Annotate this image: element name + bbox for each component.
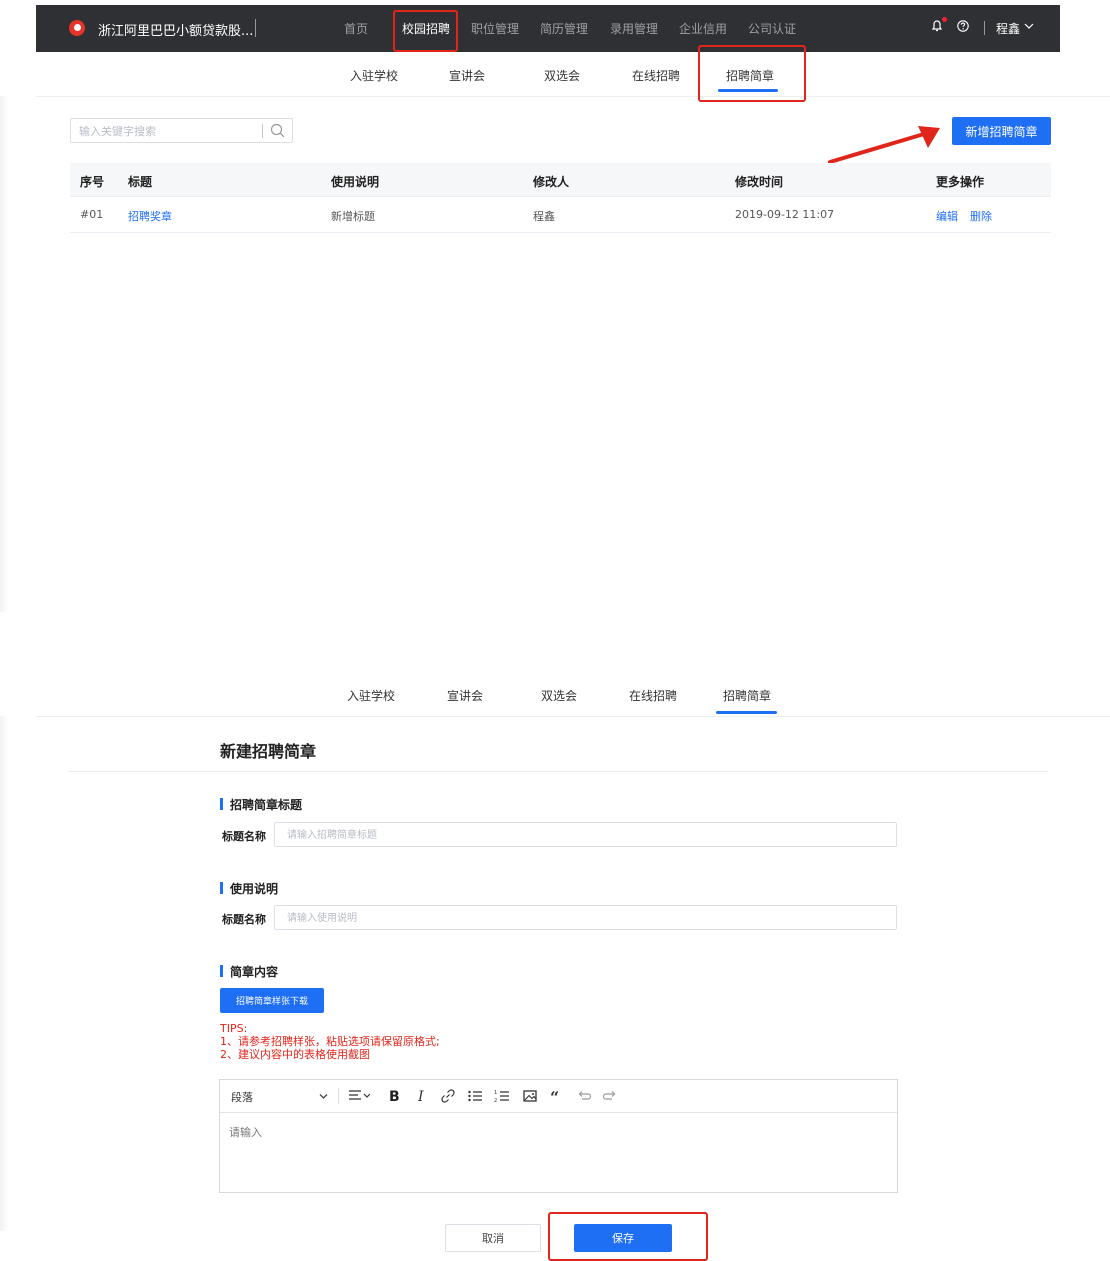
nav-position-manage[interactable]: 职位管理 bbox=[471, 20, 519, 37]
tab-settled-schools[interactable]: 入驻学校 bbox=[350, 67, 398, 84]
form-title: 新建招聘简章 bbox=[220, 742, 317, 761]
delete-link[interactable]: 删除 bbox=[970, 208, 992, 224]
tab-settled-schools-2[interactable]: 入驻学校 bbox=[347, 687, 395, 704]
title-input[interactable] bbox=[287, 827, 877, 843]
row-description: 新增标题 bbox=[331, 210, 375, 223]
row-time: 2019-09-12 11:07 bbox=[735, 208, 835, 221]
search-icon[interactable] bbox=[270, 123, 285, 138]
red-arrow-annotation bbox=[828, 126, 940, 164]
bullet-list-icon[interactable] bbox=[467, 1088, 483, 1104]
section-content: 简章内容 bbox=[220, 963, 278, 980]
highlight-box-campus bbox=[393, 10, 458, 52]
tips-line-1: 1、请参考招聘样张，粘贴选项请保留原格式; bbox=[220, 1035, 440, 1048]
tips-line-2: 2、建议内容中的表格使用截图 bbox=[220, 1048, 370, 1061]
rich-text-editor: 段落 B I 1 2 “ 请输入 bbox=[219, 1079, 898, 1193]
col-modified-time: 修改时间 bbox=[735, 175, 784, 189]
col-description: 使用说明 bbox=[331, 175, 380, 189]
highlight-box-save bbox=[548, 1212, 708, 1261]
col-modifier: 修改人 bbox=[533, 175, 570, 189]
col-index: 序号 bbox=[80, 175, 105, 189]
bell-icon[interactable] bbox=[931, 20, 943, 32]
quote-icon[interactable]: “ bbox=[549, 1088, 565, 1104]
form-divider bbox=[68, 771, 1048, 772]
title-field bbox=[274, 822, 897, 847]
image-icon[interactable] bbox=[522, 1088, 538, 1104]
edit-link[interactable]: 编辑 bbox=[936, 208, 958, 224]
tab-recruit-brochure-2[interactable]: 招聘简章 bbox=[723, 687, 771, 704]
redo-icon[interactable] bbox=[602, 1088, 618, 1104]
paragraph-select[interactable]: 段落 bbox=[231, 1089, 253, 1105]
tab-job-fair[interactable]: 双选会 bbox=[544, 67, 580, 84]
row-index: #01 bbox=[80, 208, 104, 221]
download-sample-button[interactable]: 招聘简章样张下载 bbox=[220, 988, 324, 1013]
search-box bbox=[70, 118, 293, 143]
top-navigation-bar: 浙江阿里巴巴小额贷款股... 首页 校园招聘 职位管理 简历管理 录用管理 企业… bbox=[36, 5, 1060, 52]
editor-toolbar: 段落 B I 1 2 “ bbox=[220, 1080, 897, 1113]
sub-navigation: 入驻学校 宣讲会 双选会 在线招聘 招聘简章 bbox=[36, 52, 1110, 97]
svg-text:“: “ bbox=[550, 1088, 559, 1104]
italic-icon[interactable]: I bbox=[414, 1088, 430, 1104]
company-name[interactable]: 浙江阿里巴巴小额贷款股... bbox=[98, 20, 253, 39]
section-usage: 使用说明 bbox=[220, 880, 278, 897]
toolbar-divider bbox=[338, 1088, 339, 1104]
col-more-actions: 更多操作 bbox=[936, 175, 985, 189]
company-logo-icon bbox=[69, 20, 85, 36]
row-title-link[interactable]: 招聘奖章 bbox=[128, 208, 172, 224]
svg-text:2: 2 bbox=[494, 1098, 497, 1104]
page-edge-shadow-2 bbox=[0, 716, 8, 1231]
cancel-button[interactable]: 取消 bbox=[445, 1224, 541, 1252]
help-icon[interactable] bbox=[957, 20, 969, 32]
nav-home[interactable]: 首页 bbox=[344, 20, 368, 37]
numbered-list-icon[interactable]: 1 2 bbox=[494, 1088, 510, 1104]
section-brochure-title: 招聘简章标题 bbox=[220, 796, 302, 813]
table-header: 序号 标题 使用说明 修改人 修改时间 更多操作 bbox=[70, 163, 1051, 197]
link-icon[interactable] bbox=[440, 1088, 456, 1104]
chevron-down-icon[interactable] bbox=[1024, 22, 1034, 30]
page-edge-shadow bbox=[0, 96, 8, 612]
highlight-box-brochure bbox=[698, 45, 806, 102]
user-divider bbox=[984, 21, 985, 35]
nav-resume-manage[interactable]: 简历管理 bbox=[540, 20, 588, 37]
user-name[interactable]: 程鑫 bbox=[996, 20, 1020, 37]
svg-text:1: 1 bbox=[494, 1090, 497, 1096]
usage-input[interactable] bbox=[287, 910, 877, 926]
table-row: #01 招聘奖章 新增标题 程鑫 2019-09-12 11:07 编辑 删除 bbox=[70, 197, 1051, 233]
usage-field bbox=[274, 905, 897, 930]
tab-online-recruit[interactable]: 在线招聘 bbox=[632, 67, 680, 84]
active-tab-underline-2 bbox=[716, 711, 777, 714]
tab-online-recruit-2[interactable]: 在线招聘 bbox=[629, 687, 677, 704]
notification-dot bbox=[942, 17, 947, 22]
search-input[interactable] bbox=[79, 123, 259, 139]
svg-text:I: I bbox=[417, 1089, 424, 1104]
col-title: 标题 bbox=[128, 175, 153, 189]
tab-presentation-2[interactable]: 宣讲会 bbox=[447, 687, 483, 704]
nav-company-auth[interactable]: 公司认证 bbox=[748, 20, 796, 37]
add-button-shadow bbox=[939, 112, 1061, 150]
nav-enterprise-credit[interactable]: 企业信用 bbox=[679, 20, 727, 37]
sub-navigation-form: 入驻学校 宣讲会 双选会 在线招聘 招聘简章 bbox=[36, 676, 1110, 717]
chevron-down-icon[interactable] bbox=[319, 1093, 328, 1100]
usage-name-label: 标题名称 bbox=[222, 913, 266, 926]
editor-content-area[interactable]: 请输入 bbox=[229, 1124, 262, 1140]
company-divider bbox=[255, 19, 256, 37]
title-name-label: 标题名称 bbox=[222, 830, 266, 843]
align-icon[interactable] bbox=[348, 1088, 372, 1104]
search-divider bbox=[262, 124, 263, 138]
tips-heading: TIPS: bbox=[220, 1022, 248, 1035]
nav-hire-manage[interactable]: 录用管理 bbox=[610, 20, 658, 37]
row-modifier: 程鑫 bbox=[533, 210, 555, 223]
svg-text:B: B bbox=[389, 1089, 400, 1104]
tab-presentation[interactable]: 宣讲会 bbox=[449, 67, 485, 84]
undo-icon[interactable] bbox=[576, 1088, 592, 1104]
tab-job-fair-2[interactable]: 双选会 bbox=[541, 687, 577, 704]
bold-icon[interactable]: B bbox=[386, 1088, 402, 1104]
